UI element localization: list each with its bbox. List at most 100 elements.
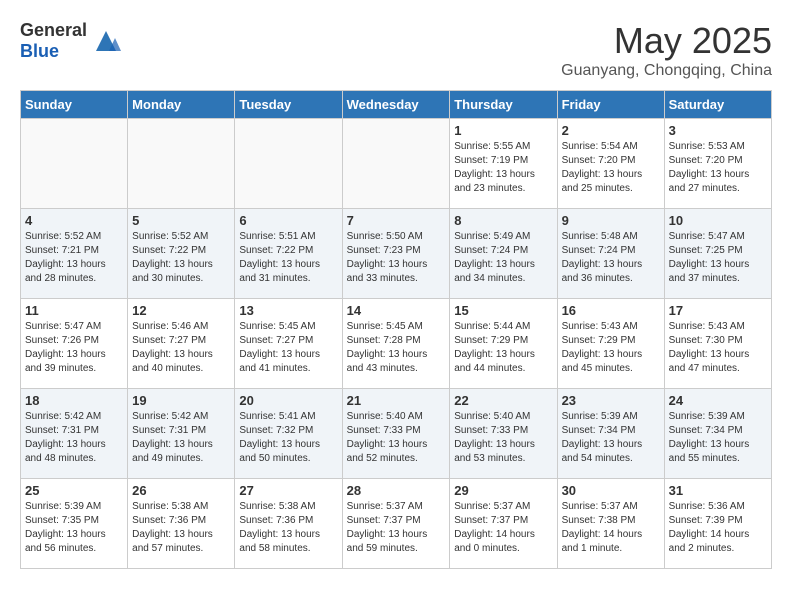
table-row: 21Sunrise: 5:40 AM Sunset: 7:33 PM Dayli…	[342, 389, 450, 479]
table-row: 29 Sunrise: 5:37 AM Sunset: 7:37 PM Dayli…	[450, 479, 557, 569]
header-tuesday: Tuesday	[235, 91, 342, 119]
day-number: 31	[669, 483, 767, 498]
day-info: Sunrise: 5:52 AM Sunset: 7:21 PM Dayligh…	[25, 230, 123, 286]
day-number: 7	[347, 213, 446, 228]
day-number: 24	[669, 393, 767, 408]
calendar-header-row: Sunday Monday Tuesday Wednesday Thursday…	[21, 91, 772, 119]
day-info: Sunrise: 5:38 AM Sunset: 7:36 PM Dayligh…	[132, 500, 230, 556]
table-row: 7 Sunrise: 5:50 AM Sunset: 7:23 PM Daylig…	[342, 209, 450, 299]
table-row: 2 Sunrise: 5:54 AM Sunset: 7:20 PM Daylig…	[557, 119, 664, 209]
header-sunday: Sunday	[21, 91, 128, 119]
day-number: 6	[239, 213, 337, 228]
day-info: Sunrise: 5:52 AM Sunset: 7:22 PM Dayligh…	[132, 230, 230, 286]
day-info: Sunrise: 5:51 AM Sunset: 7:22 PM Dayligh…	[239, 230, 337, 286]
day-number: 26	[132, 483, 230, 498]
day-info: Sunrise: 5:42 AM Sunset: 7:31 PM Dayligh…	[25, 410, 123, 466]
table-row: 23Sunrise: 5:39 AM Sunset: 7:34 PM Dayli…	[557, 389, 664, 479]
day-number: 30	[562, 483, 660, 498]
calendar-week-row: 11 Sunrise: 5:47 AM Sunset: 7:26 PM Dayli…	[21, 299, 772, 389]
day-number: 21	[347, 393, 446, 408]
table-row: 10 Sunrise: 5:47 AM Sunset: 7:25 PM Dayli…	[664, 209, 771, 299]
table-row	[21, 119, 128, 209]
day-number: 11	[25, 303, 123, 318]
day-number: 2	[562, 123, 660, 138]
day-info: Sunrise: 5:49 AM Sunset: 7:24 PM Dayligh…	[454, 230, 552, 286]
logo-general-text: General	[20, 20, 87, 41]
table-row: 4 Sunrise: 5:52 AM Sunset: 7:21 PM Daylig…	[21, 209, 128, 299]
month-title: May 2025	[561, 20, 772, 62]
day-info: Sunrise: 5:44 AM Sunset: 7:29 PM Dayligh…	[454, 320, 552, 376]
table-row: 18 Sunrise: 5:42 AM Sunset: 7:31 PM Dayli…	[21, 389, 128, 479]
table-row: 13 Sunrise: 5:45 AM Sunset: 7:27 PM Dayli…	[235, 299, 342, 389]
day-number: 9	[562, 213, 660, 228]
table-row: 24 Sunrise: 5:39 AM Sunset: 7:34 PM Dayli…	[664, 389, 771, 479]
day-info: Sunrise: 5:53 AM Sunset: 7:20 PM Dayligh…	[669, 140, 767, 196]
calendar-week-row: 25 Sunrise: 5:39 AM Sunset: 7:35 PM Dayli…	[21, 479, 772, 569]
table-row: 20Sunrise: 5:41 AM Sunset: 7:32 PM Dayli…	[235, 389, 342, 479]
title-section: May 2025 Guanyang, Chongqing, China	[561, 20, 772, 80]
day-info: Sunrise: 5:48 AM Sunset: 7:24 PM Dayligh…	[562, 230, 660, 286]
day-info: Sunrise: 5:38 AM Sunset: 7:36 PM Dayligh…	[239, 500, 337, 556]
table-row: 5 Sunrise: 5:52 AM Sunset: 7:22 PM Daylig…	[128, 209, 235, 299]
day-number: 18	[25, 393, 123, 408]
logo: General Blue	[20, 20, 121, 62]
table-row: 25 Sunrise: 5:39 AM Sunset: 7:35 PM Dayli…	[21, 479, 128, 569]
day-info: Sunrise: 5:37 AM Sunset: 7:37 PM Dayligh…	[454, 500, 552, 556]
day-number: 10	[669, 213, 767, 228]
table-row: 26 Sunrise: 5:38 AM Sunset: 7:36 PM Dayli…	[128, 479, 235, 569]
header-wednesday: Wednesday	[342, 91, 450, 119]
header: General Blue May 2025 Guanyang, Chongqin…	[20, 20, 772, 80]
calendar-week-row: 18 Sunrise: 5:42 AM Sunset: 7:31 PM Dayli…	[21, 389, 772, 479]
day-number: 4	[25, 213, 123, 228]
day-number: 3	[669, 123, 767, 138]
day-number: 12	[132, 303, 230, 318]
table-row: 14 Sunrise: 5:45 AM Sunset: 7:28 PM Dayli…	[342, 299, 450, 389]
table-row: 9 Sunrise: 5:48 AM Sunset: 7:24 PM Daylig…	[557, 209, 664, 299]
day-info: Sunrise: 5:47 AM Sunset: 7:26 PM Dayligh…	[25, 320, 123, 376]
day-number: 22	[454, 393, 552, 408]
table-row: 12Sunrise: 5:46 AM Sunset: 7:27 PM Dayli…	[128, 299, 235, 389]
logo-blue-text: Blue	[20, 41, 87, 62]
table-row: 28Sunrise: 5:37 AM Sunset: 7:37 PM Dayli…	[342, 479, 450, 569]
day-info: Sunrise: 5:40 AM Sunset: 7:33 PM Dayligh…	[454, 410, 552, 466]
day-info: Sunrise: 5:41 AM Sunset: 7:32 PM Dayligh…	[239, 410, 337, 466]
day-number: 23	[562, 393, 660, 408]
day-info: Sunrise: 5:43 AM Sunset: 7:30 PM Dayligh…	[669, 320, 767, 376]
calendar-table: Sunday Monday Tuesday Wednesday Thursday…	[20, 90, 772, 569]
calendar-week-row: 4 Sunrise: 5:52 AM Sunset: 7:21 PM Daylig…	[21, 209, 772, 299]
day-info: Sunrise: 5:55 AM Sunset: 7:19 PM Dayligh…	[454, 140, 552, 196]
day-info: Sunrise: 5:54 AM Sunset: 7:20 PM Dayligh…	[562, 140, 660, 196]
table-row: 11 Sunrise: 5:47 AM Sunset: 7:26 PM Dayli…	[21, 299, 128, 389]
table-row: 17 Sunrise: 5:43 AM Sunset: 7:30 PM Dayli…	[664, 299, 771, 389]
day-info: Sunrise: 5:39 AM Sunset: 7:34 PM Dayligh…	[669, 410, 767, 466]
table-row: 1Sunrise: 5:55 AM Sunset: 7:19 PM Daylig…	[450, 119, 557, 209]
table-row: 16Sunrise: 5:43 AM Sunset: 7:29 PM Dayli…	[557, 299, 664, 389]
day-number: 19	[132, 393, 230, 408]
day-info: Sunrise: 5:36 AM Sunset: 7:39 PM Dayligh…	[669, 500, 767, 556]
table-row	[235, 119, 342, 209]
page-container: General Blue May 2025 Guanyang, Chongqin…	[20, 20, 772, 569]
table-row: 30 Sunrise: 5:37 AM Sunset: 7:38 PM Dayli…	[557, 479, 664, 569]
day-number: 25	[25, 483, 123, 498]
day-info: Sunrise: 5:45 AM Sunset: 7:28 PM Dayligh…	[347, 320, 446, 376]
day-info: Sunrise: 5:39 AM Sunset: 7:35 PM Dayligh…	[25, 500, 123, 556]
header-saturday: Saturday	[664, 91, 771, 119]
header-thursday: Thursday	[450, 91, 557, 119]
day-info: Sunrise: 5:50 AM Sunset: 7:23 PM Dayligh…	[347, 230, 446, 286]
day-number: 16	[562, 303, 660, 318]
day-number: 29	[454, 483, 552, 498]
day-number: 14	[347, 303, 446, 318]
day-number: 15	[454, 303, 552, 318]
day-info: Sunrise: 5:47 AM Sunset: 7:25 PM Dayligh…	[669, 230, 767, 286]
table-row	[128, 119, 235, 209]
day-number: 13	[239, 303, 337, 318]
table-row	[342, 119, 450, 209]
day-info: Sunrise: 5:37 AM Sunset: 7:38 PM Dayligh…	[562, 500, 660, 556]
logo-icon	[91, 26, 121, 56]
table-row: 27Sunrise: 5:38 AM Sunset: 7:36 PM Dayli…	[235, 479, 342, 569]
day-number: 5	[132, 213, 230, 228]
day-number: 17	[669, 303, 767, 318]
day-info: Sunrise: 5:45 AM Sunset: 7:27 PM Dayligh…	[239, 320, 337, 376]
table-row: 31 Sunrise: 5:36 AM Sunset: 7:39 PM Dayli…	[664, 479, 771, 569]
calendar-week-row: 1Sunrise: 5:55 AM Sunset: 7:19 PM Daylig…	[21, 119, 772, 209]
